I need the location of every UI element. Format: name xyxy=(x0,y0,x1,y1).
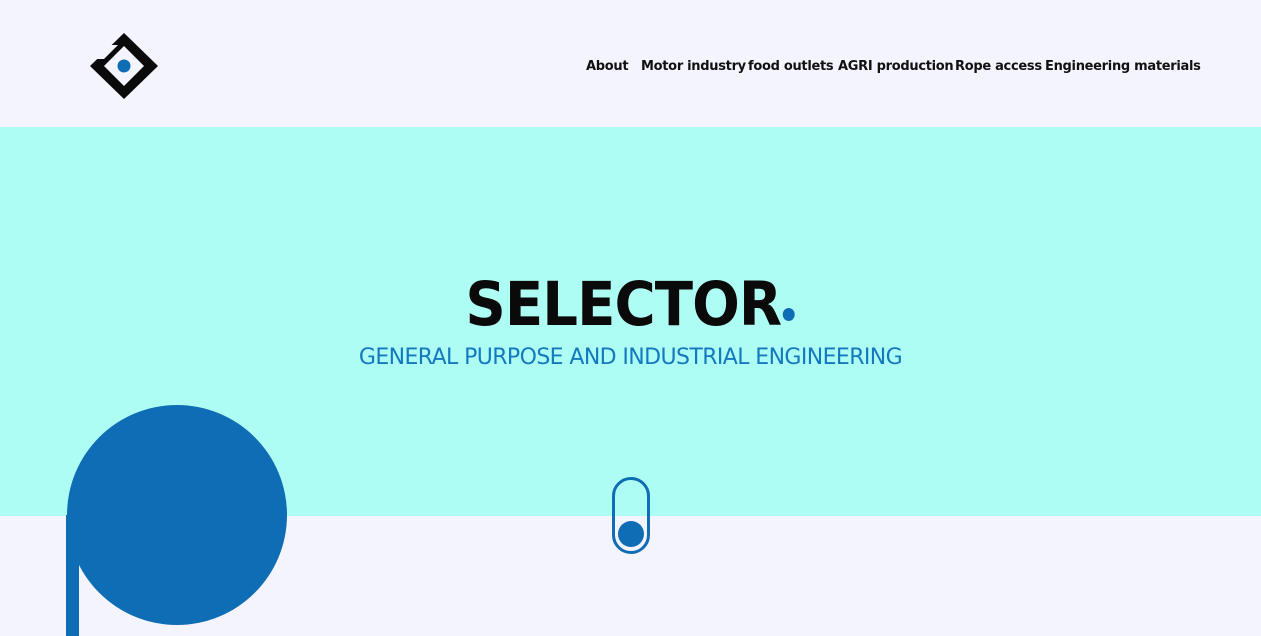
scroll-ball xyxy=(618,521,644,547)
page: About Motor industry food outlets AGRI p… xyxy=(0,0,1261,636)
main-nav: About Motor industry food outlets AGRI p… xyxy=(0,58,1261,78)
hero-title: SELECTOR xyxy=(466,270,796,340)
hero-subtitle: GENERAL PURPOSE AND INDUSTRIAL ENGINEERI… xyxy=(358,345,903,370)
site-header: About Motor industry food outlets AGRI p… xyxy=(0,0,1261,127)
nav-item-about[interactable]: About xyxy=(586,58,629,76)
nav-item-engineering-materials[interactable]: Engineering materials xyxy=(1045,58,1201,76)
nav-item-rope-access[interactable]: Rope access xyxy=(955,58,1042,76)
hero-title-wrap: SELECTOR xyxy=(0,270,1261,340)
hero-title-text: SELECTOR xyxy=(465,269,783,340)
nav-item-agri-production[interactable]: AGRI production xyxy=(838,58,954,76)
title-dot-icon xyxy=(783,308,796,321)
mouse-scroll-icon[interactable] xyxy=(612,477,650,554)
nav-item-food-outlets[interactable]: food outlets xyxy=(748,58,834,76)
nav-item-motor-industry[interactable]: Motor industry xyxy=(641,58,746,76)
